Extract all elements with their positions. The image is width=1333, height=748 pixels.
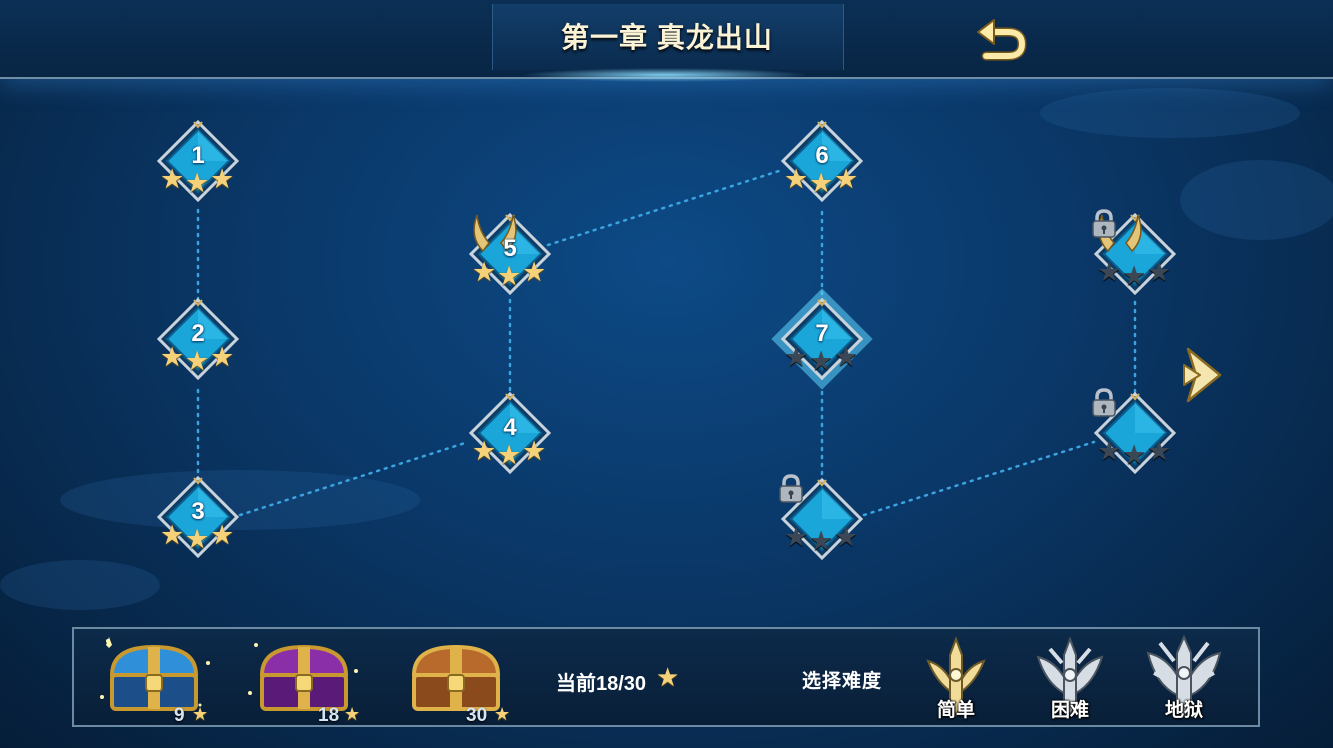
star-empty-icon: ★ [784, 522, 809, 552]
star-empty-icon: ★ [1147, 436, 1172, 466]
star-filled-icon: ★ [784, 164, 809, 194]
chest-star-count: 9 [174, 705, 185, 726]
star-icon: ★ [494, 704, 511, 724]
star-filled-icon: ★ [497, 440, 522, 470]
difficulty-hell-button[interactable]: 地狱 [1146, 635, 1222, 723]
chevron-right-icon [1183, 347, 1222, 403]
level-node-10[interactable]: ★ ★ ★ [1090, 209, 1180, 309]
level-stars: ★ ★ ★ [780, 162, 864, 198]
level-node-3[interactable]: 3 ★ ★ ★ [153, 472, 243, 572]
level-stars: ★ ★ ★ [780, 520, 864, 556]
lock-icon [779, 474, 803, 503]
level-node-6[interactable]: 6 ★ ★ ★ [777, 116, 867, 216]
level-node-5[interactable]: 5 ★ ★ ★ [465, 209, 555, 309]
level-node-1[interactable]: 1 ★ ★ ★ [153, 116, 243, 216]
level-stars: ★ ★ ★ [156, 340, 240, 376]
purple-chest-reward[interactable]: 18 ★ [246, 635, 366, 727]
chest-star-count: 30 [466, 705, 488, 726]
star-filled-icon: ★ [160, 342, 185, 372]
level-stars: ★ ★ ★ [468, 255, 552, 291]
difficulty-hell-label: 地狱 [1164, 700, 1203, 721]
level-node-4[interactable]: 4 ★ ★ ★ [465, 388, 555, 488]
star-filled-icon: ★ [210, 520, 235, 550]
level-stars: ★ ★ ★ [1093, 255, 1177, 291]
level-node-2[interactable]: 2 ★ ★ ★ [153, 294, 243, 394]
star-filled-icon: ★ [472, 257, 497, 287]
bronze-chest-reward[interactable]: 30 ★ [404, 635, 524, 727]
level-stars: ★ ★ ★ [156, 518, 240, 554]
level-node-8[interactable]: ★ ★ ★ [777, 474, 867, 574]
star-filled-icon: ★ [210, 164, 235, 194]
star-empty-icon: ★ [1122, 440, 1147, 470]
bottom-bar: 9 ★ 18 ★ 30 ★ 当前18/30 ★ 选择难度 简单 困难 地狱 [72, 627, 1260, 727]
star-empty-icon: ★ [834, 342, 859, 372]
star-empty-icon: ★ [784, 342, 809, 372]
next-page-button[interactable] [1180, 343, 1232, 407]
star-progress: 当前18/30 [556, 673, 647, 695]
star-icon: ★ [192, 704, 209, 724]
star-filled-icon: ★ [185, 524, 210, 554]
lock-icon [1092, 209, 1116, 238]
level-select-screen: 第一章 真龙出山 1 ★ ★ ★ 2 ★ ★ ★ 3 ★ ★ ★ 4 ★ ★ ★ 5 ★ ★ ★ 6 ★ ★ ★ 7 ★ ★ ★ ★ ★ ★… [0, 0, 1333, 748]
star-filled-icon: ★ [522, 436, 547, 466]
star-empty-icon: ★ [1147, 257, 1172, 287]
star-icon: ★ [344, 704, 361, 724]
star-filled-icon: ★ [160, 164, 185, 194]
level-stars: ★ ★ ★ [780, 340, 864, 376]
star-filled-icon: ★ [185, 168, 210, 198]
level-node-9[interactable]: ★ ★ ★ [1090, 388, 1180, 488]
star-filled-icon: ★ [834, 164, 859, 194]
star-filled-icon: ★ [472, 436, 497, 466]
level-stars: ★ ★ ★ [156, 162, 240, 198]
difficulty-hard-button[interactable]: 困难 [1032, 635, 1108, 723]
lock-icon [1092, 388, 1116, 417]
difficulty-easy-button[interactable]: 简单 [918, 635, 994, 723]
star-filled-icon: ★ [160, 520, 185, 550]
star-filled-icon: ★ [497, 261, 522, 291]
star-empty-icon: ★ [809, 346, 834, 376]
star-icon: ★ [656, 662, 680, 692]
star-filled-icon: ★ [210, 342, 235, 372]
blue-chest-reward[interactable]: 9 ★ [96, 635, 216, 727]
star-filled-icon: ★ [522, 257, 547, 287]
star-filled-icon: ★ [809, 168, 834, 198]
star-empty-icon: ★ [809, 526, 834, 556]
star-empty-icon: ★ [1122, 261, 1147, 291]
star-empty-icon: ★ [1097, 257, 1122, 287]
star-filled-icon: ★ [185, 346, 210, 376]
difficulty-easy-label: 简单 [936, 700, 975, 721]
star-empty-icon: ★ [1097, 436, 1122, 466]
difficulty-hard-label: 困难 [1050, 700, 1089, 721]
level-stars: ★ ★ ★ [1093, 434, 1177, 470]
level-node-7[interactable]: 7 ★ ★ ★ [771, 288, 873, 394]
star-empty-icon: ★ [834, 522, 859, 552]
chest-star-count: 18 [318, 705, 340, 726]
level-stars: ★ ★ ★ [468, 434, 552, 470]
difficulty-label: 选择难度 [802, 671, 883, 692]
